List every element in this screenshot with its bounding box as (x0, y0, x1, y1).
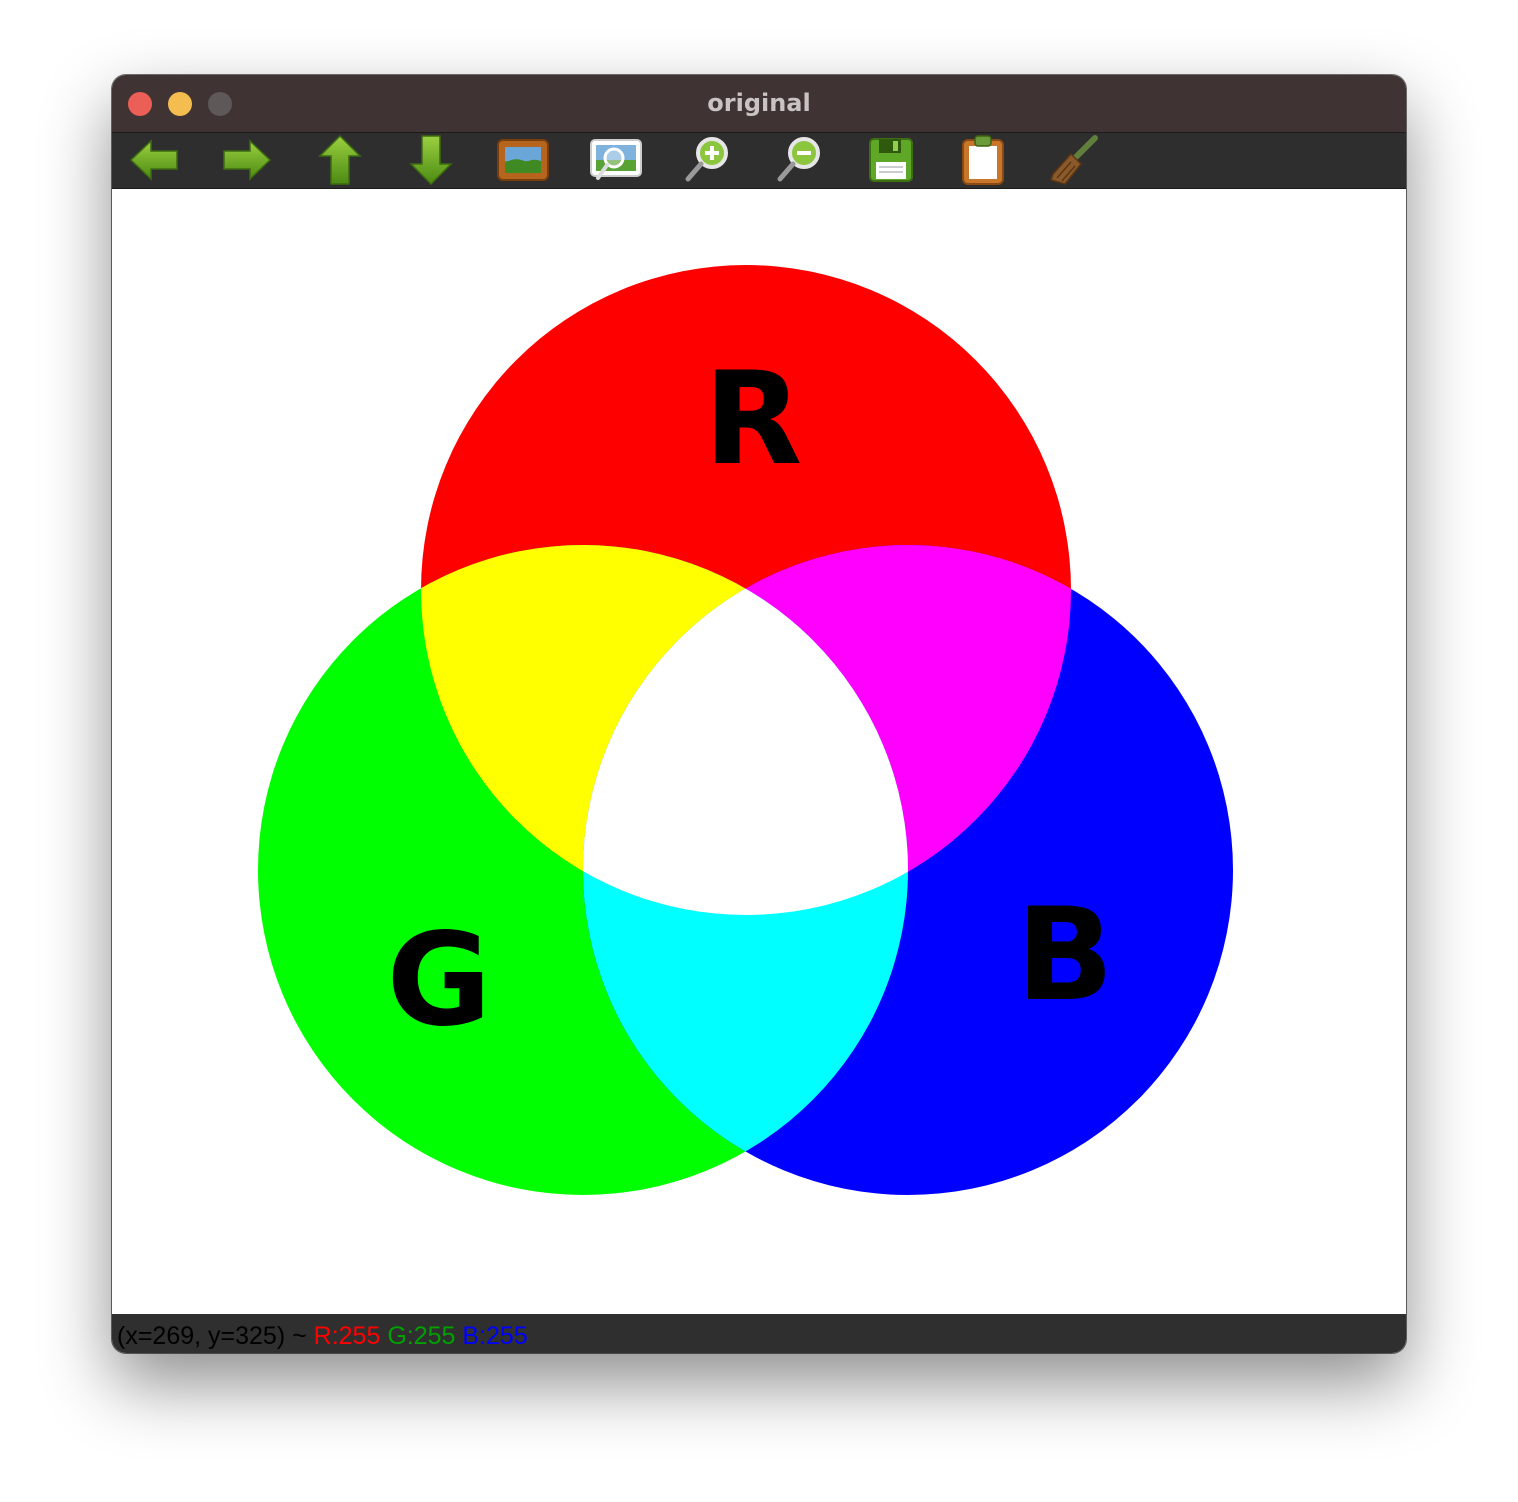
window-title: original (707, 89, 811, 117)
green-value: G:255 (387, 1322, 456, 1350)
zoom-region-button[interactable] (588, 134, 644, 186)
status-bar: (x=269, y=325) ~ R:255 G:255 B:255 (112, 1314, 1406, 1353)
red-label: R (704, 345, 803, 494)
green-label: G (386, 906, 491, 1055)
blue-value: B:255 (462, 1322, 528, 1350)
title-bar: original (112, 75, 1406, 133)
pan-up-button[interactable] (312, 134, 368, 186)
zoom-image-icon (590, 139, 642, 180)
save-icon (869, 138, 913, 182)
clear-button[interactable] (1047, 134, 1103, 186)
red-value: R:255 (313, 1322, 381, 1350)
image-icon (497, 139, 549, 181)
cursor-coordinates: (x=269, y=325) ~ (117, 1322, 314, 1350)
rgb-venn-image: R G B (112, 189, 1406, 1314)
arrow-left-icon (129, 139, 178, 181)
zoom-in-button[interactable] (680, 134, 736, 186)
arrow-down-icon (409, 135, 453, 186)
copy-to-clipboard-button[interactable] (955, 134, 1011, 186)
zoom-in-icon (685, 137, 728, 182)
arrow-up-icon (318, 134, 362, 185)
pan-right-button[interactable] (218, 134, 274, 186)
toolbar (112, 133, 1406, 189)
pan-down-button[interactable] (403, 134, 459, 186)
blue-label: B (1016, 881, 1114, 1030)
image-canvas[interactable]: R G B (112, 189, 1406, 1314)
fit-image-button[interactable] (495, 134, 551, 186)
clipboard-icon (962, 135, 1004, 185)
save-button[interactable] (863, 134, 919, 186)
broom-icon (1050, 135, 1098, 185)
arrow-right-icon (223, 139, 272, 181)
pan-left-button[interactable] (127, 134, 183, 186)
zoom-out-button[interactable] (772, 134, 828, 186)
zoom-out-icon (777, 137, 820, 182)
image-viewer-window: original R G B (x=269, y=325) ~ R:255 G:… (112, 75, 1406, 1353)
